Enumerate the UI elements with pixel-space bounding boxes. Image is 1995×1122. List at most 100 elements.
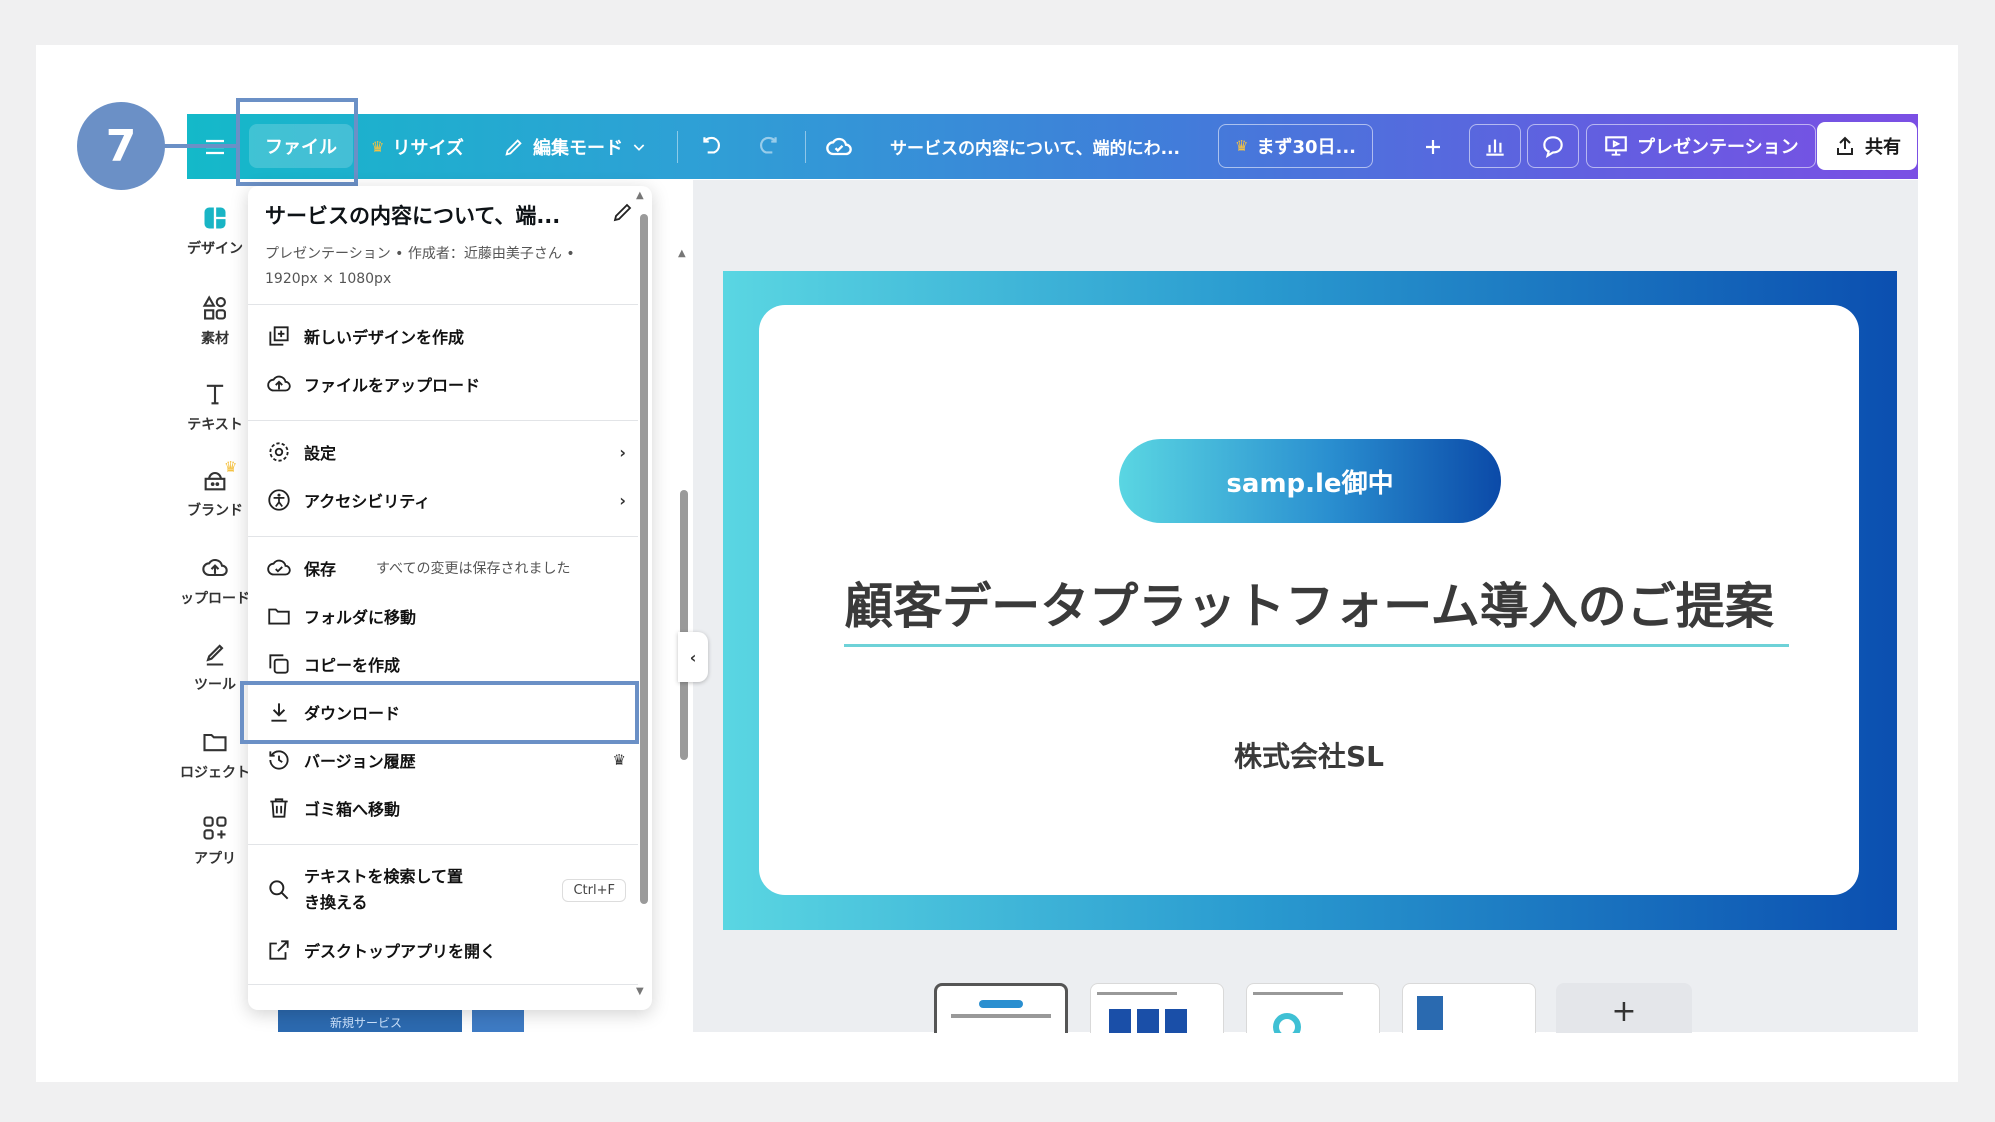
share-button[interactable]: 共有	[1817, 122, 1917, 170]
menu-item-label: バージョン履歴	[304, 752, 416, 771]
chevron-right-icon: ›	[619, 442, 626, 462]
plus-icon: +	[1611, 994, 1637, 1029]
rail-apps[interactable]: アプリ	[180, 814, 250, 868]
menu-item-accessibility[interactable]: アクセシビリティ ›	[266, 482, 626, 518]
menu-item-version-history[interactable]: バージョン履歴 ♛	[266, 742, 626, 778]
slide-card: samp.le御中 顧客データプラットフォーム導入のご提案 株式会社SL	[759, 305, 1859, 895]
menu-item-desktop-app[interactable]: デスクトップアプリを開く	[266, 932, 626, 968]
document-title[interactable]: サービスの内容について、端的にわ...	[890, 114, 1180, 179]
present-button[interactable]: プレゼンテーション	[1586, 124, 1816, 168]
search-icon	[269, 880, 289, 900]
add-page-button[interactable]: +	[1556, 983, 1692, 1033]
page-thumbnail-3[interactable]	[1246, 983, 1380, 1033]
add-design-icon	[269, 326, 289, 346]
menu-scroll-up-icon[interactable]: ▲	[636, 190, 644, 201]
save-status-note: すべての変更は保存されました	[376, 561, 571, 577]
redo-button[interactable]	[755, 114, 781, 179]
rail-elements[interactable]: 素材	[180, 294, 250, 348]
page-thumbnail-2[interactable]	[1090, 983, 1224, 1033]
menu-item-label: 新しいデザインを作成	[304, 328, 465, 347]
trial-label: まず30日...	[1256, 137, 1357, 158]
rail-brand[interactable]: ブランド	[180, 466, 250, 520]
slide-recipient-pill[interactable]: samp.le御中	[1119, 439, 1501, 523]
menu-scrollbar[interactable]	[640, 214, 648, 904]
comment-icon	[1543, 136, 1563, 159]
rail-elements-label: 素材	[201, 331, 229, 347]
panel-template-thumbnail-2[interactable]	[472, 1010, 524, 1032]
page-thumbnail-4[interactable]	[1402, 983, 1536, 1033]
external-link-icon	[269, 940, 289, 960]
add-button[interactable]	[1421, 114, 1445, 179]
keyboard-shortcut-badge: Ctrl+F	[562, 878, 626, 902]
undo-icon	[703, 136, 721, 153]
file-dropdown-menu: サービスの内容について、端... プレゼンテーション • 作成者：近藤由美子さん…	[248, 186, 652, 1010]
resize-label: リサイズ	[392, 137, 464, 159]
edit-mode-button[interactable]: 編集モード	[503, 114, 647, 179]
trash-icon	[270, 798, 288, 818]
redo-icon	[759, 136, 777, 153]
menu-item-settings[interactable]: 設定 ›	[266, 434, 626, 470]
menu-item-label: ゴミ箱へ移動	[304, 800, 401, 819]
menu-item-label: ファイルをアップロード	[304, 376, 481, 395]
pencil-icon[interactable]	[611, 200, 635, 224]
slide-canvas[interactable]: samp.le御中 顧客データプラットフォーム導入のご提案 株式会社SL	[723, 271, 1897, 930]
share-upload-icon	[1837, 136, 1853, 155]
slide-company[interactable]: 株式会社SL	[759, 735, 1859, 775]
scroll-up-arrow-icon[interactable]: ▲	[678, 248, 686, 259]
menu-item-label: テキストを検索して置き換える	[304, 867, 464, 912]
page-thumbnail-1[interactable]	[934, 983, 1068, 1033]
menu-item-label: コピーを作成	[304, 656, 401, 675]
text-icon	[206, 384, 224, 405]
crown-icon: ♛	[224, 458, 238, 476]
copy-icon	[269, 654, 289, 674]
resize-button[interactable]: ♛ リサイズ	[371, 114, 464, 179]
step-connector-line	[163, 144, 237, 148]
slide-title[interactable]: 顧客データプラットフォーム導入のご提案	[759, 567, 1859, 638]
menu-item-upload[interactable]: ファイルをアップロード	[266, 366, 626, 402]
rail-design[interactable]: デザイン	[180, 204, 250, 258]
collapse-panel-button[interactable]: ‹	[678, 632, 708, 682]
cloud-check-icon	[826, 137, 852, 155]
rail-upload[interactable]: ップロード	[180, 554, 250, 608]
menu-item-find-replace[interactable]: テキストを検索して置き換える Ctrl+F	[266, 862, 626, 918]
menu-scroll-down-icon[interactable]: ▼	[636, 986, 644, 997]
insights-button[interactable]	[1469, 124, 1521, 168]
file-menu-highlight	[236, 98, 358, 186]
menu-item-label: デスクトップアプリを開く	[304, 942, 497, 961]
chevron-down-icon	[633, 143, 645, 151]
edit-mode-label: 編集モード	[533, 137, 623, 159]
cloud-upload-icon	[202, 559, 228, 577]
slide-title-underline	[844, 644, 1789, 647]
menu-item-new-design[interactable]: 新しいデザインを作成	[266, 318, 626, 354]
crown-icon: ♛	[612, 751, 626, 769]
canvas-scrollbar[interactable]	[680, 490, 688, 760]
comment-button[interactable]	[1527, 124, 1579, 168]
menu-item-label: 保存	[304, 560, 337, 579]
menu-item-trash[interactable]: ゴミ箱へ移動	[266, 790, 626, 826]
folder-icon	[268, 608, 290, 625]
rail-text[interactable]: テキスト	[180, 380, 250, 434]
menu-item-move-folder[interactable]: フォルダに移動	[266, 598, 626, 634]
crown-icon: ♛	[1235, 137, 1249, 155]
cloud-saved-button[interactable]	[825, 114, 853, 179]
undo-button[interactable]	[699, 114, 725, 179]
trial-button[interactable]: ♛ まず30日...	[1218, 124, 1374, 168]
folder-icon	[203, 733, 227, 752]
design-icon	[204, 207, 226, 229]
share-label: 共有	[1865, 137, 1901, 158]
rail-brand-label: ブランド	[187, 503, 243, 519]
chevron-right-icon: ›	[619, 490, 626, 510]
panel-template-thumbnail[interactable]: 新規サービス	[278, 1010, 462, 1032]
menu-document-meta: プレゼンテーション • 作成者：近藤由美子さん • 1920px × 1080p…	[265, 246, 575, 287]
menu-document-title[interactable]: サービスの内容について、端...	[265, 200, 560, 230]
menu-item-label: アクセシビリティ	[304, 492, 431, 511]
menu-item-label: フォルダに移動	[304, 608, 417, 627]
present-label: プレゼンテーション	[1637, 137, 1799, 158]
menu-item-save[interactable]: 保存 すべての変更は保存されました	[266, 550, 626, 586]
rail-projects-label: ロジェクト	[180, 765, 250, 781]
menu-item-copy[interactable]: コピーを作成	[266, 646, 626, 682]
apps-icon	[203, 816, 227, 840]
presentation-icon	[1605, 136, 1627, 156]
menu-header: サービスの内容について、端... プレゼンテーション • 作成者：近藤由美子さん…	[265, 200, 635, 292]
crown-icon: ♛	[371, 137, 385, 156]
